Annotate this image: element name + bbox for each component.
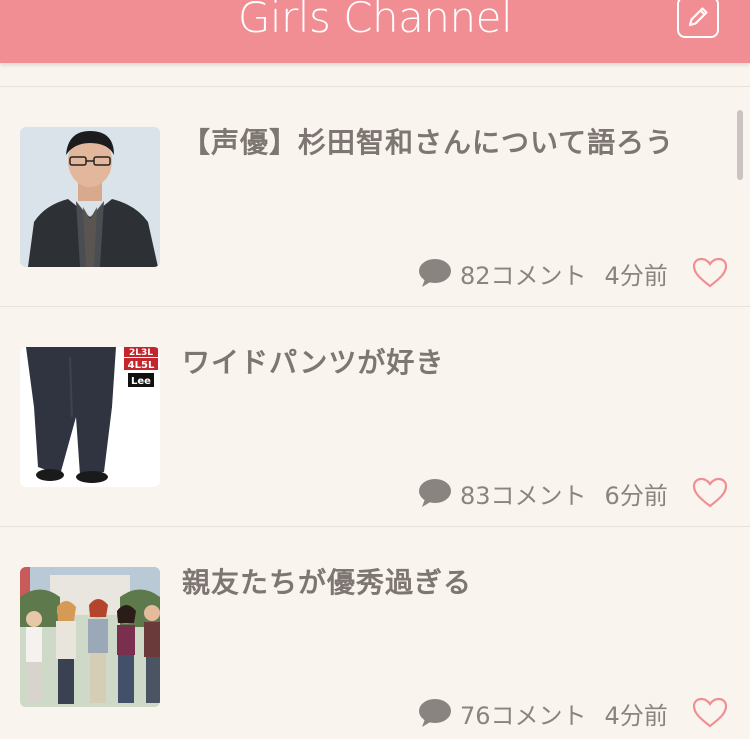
heart-icon[interactable]	[692, 257, 728, 289]
topic-row[interactable]: 親友たちが優秀過ぎる 76コメント 4分前	[0, 527, 750, 739]
comment-bubble-icon	[419, 259, 451, 287]
comment-count: 82コメント	[460, 261, 587, 290]
edit-button[interactable]	[677, 0, 719, 38]
topic-thumbnail[interactable]	[20, 127, 160, 267]
comment-count: 76コメント	[460, 701, 587, 730]
size-tag-label: 4L5L	[128, 360, 155, 371]
heart-icon[interactable]	[692, 477, 728, 509]
comment-bubble-icon	[419, 699, 451, 727]
topic-thumbnail[interactable]	[20, 567, 160, 707]
post-time: 4分前	[604, 261, 668, 290]
topic-title[interactable]: ワイドパンツが好き	[182, 345, 710, 381]
comment-bubble-icon	[419, 479, 451, 507]
brand-label: Lee	[131, 376, 151, 387]
app-header: Girls Channel	[0, 0, 750, 63]
app-title[interactable]: Girls Channel	[0, 0, 750, 40]
comment-count: 83コメント	[460, 481, 587, 510]
heart-icon[interactable]	[692, 697, 728, 729]
post-time: 4分前	[604, 701, 668, 730]
topic-thumbnail[interactable]: 2L3L 4L5L Lee	[20, 347, 160, 487]
pencil-icon	[688, 7, 708, 27]
man-in-suit-photo	[20, 127, 160, 267]
size-tag-label: 2L3L	[129, 348, 153, 358]
wide-pants-photo: 2L3L 4L5L Lee	[20, 347, 160, 487]
topic-meta: 82コメント 4分前	[418, 255, 668, 291]
topic-meta: 83コメント 6分前	[418, 475, 668, 511]
topic-row[interactable]: 【声優】杉田智和さんについて語ろう 82コメント 4分前	[0, 87, 750, 307]
topic-row[interactable]: 2L3L 4L5L Lee ワイドパンツが好き 83コメント 6分前	[0, 307, 750, 527]
topic-title[interactable]: 親友たちが優秀過ぎる	[182, 565, 710, 601]
topic-title[interactable]: 【声優】杉田智和さんについて語ろう	[182, 125, 710, 161]
topic-list: 【声優】杉田智和さんについて語ろう 82コメント 4分前 2L3L 4L5L L…	[0, 87, 750, 739]
scrollbar[interactable]	[737, 110, 743, 180]
previous-list-item-edge	[0, 63, 750, 87]
topic-meta: 76コメント 4分前	[418, 695, 668, 731]
post-time: 6分前	[604, 481, 668, 510]
group-of-women-photo	[20, 567, 160, 707]
